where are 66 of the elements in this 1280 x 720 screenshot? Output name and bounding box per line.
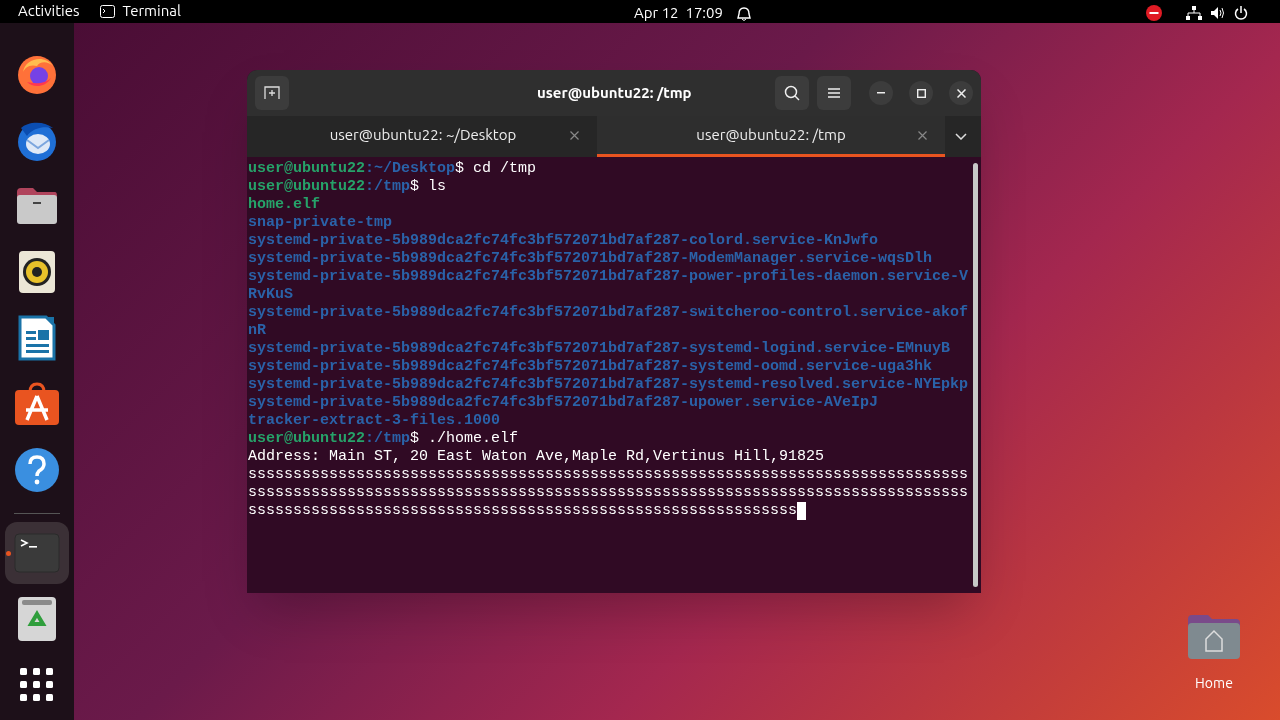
close-icon[interactable] [918, 130, 927, 140]
terminal-icon [99, 5, 115, 18]
bell-icon[interactable] [736, 5, 751, 22]
blocked-icon[interactable] [1146, 5, 1162, 21]
scrollbar[interactable] [972, 163, 978, 587]
output-text: ssssssssssssssssssssssssssssssssssssssssssssssssssssssssssssssssssssssssssssssss [248, 484, 969, 502]
prompt-user: user@ubuntu22 [248, 160, 366, 178]
clock[interactable]: Apr 12 17:09 [634, 2, 723, 25]
command-text: $ ./home.elf [410, 430, 519, 448]
window-title: user@ubuntu22: /tmp [537, 82, 692, 103]
directory-name: systemd-private-5b989dca2fc74fc3bf572071bd7af287-systemd-oomd.service-uga3hk [248, 358, 933, 375]
directory-name: systemd-private-5b989dca2fc74fc3bf572071bd7af287-systemd-resolved.service-NYEpkp [248, 376, 969, 393]
prompt-path: :/tmp [365, 430, 411, 448]
directory-name: tracker-extract-3-files.1000 [248, 412, 501, 429]
chevron-down-icon[interactable] [955, 133, 967, 140]
terminal-icon [14, 533, 60, 573]
running-indicator [6, 551, 11, 556]
activities-button[interactable]: Activities [18, 0, 80, 23]
recycle-bin-icon [17, 596, 57, 642]
directory-name: snap-private-tmp [248, 214, 393, 231]
command-text: $ ls [410, 178, 447, 196]
minimize-icon [877, 92, 885, 94]
folder-icon [1186, 613, 1242, 661]
directory-name: systemd-private-5b989dca2fc74fc3bf572071bd7af287-colord.service-KnJwfo [248, 232, 879, 249]
help-icon [14, 447, 60, 493]
new-tab-button[interactable] [255, 76, 289, 110]
prompt-user: user@ubuntu22 [248, 430, 366, 448]
tab[interactable]: user@ubuntu22: ~/Desktop [249, 116, 597, 157]
search-button[interactable] [775, 76, 809, 110]
directory-name: systemd-private-5b989dca2fc74fc3bf572071bd7af287-ModemManager.service-wqsDlh [248, 250, 933, 267]
app-grid-icon [20, 668, 54, 702]
network-icon[interactable] [1186, 6, 1202, 20]
close-icon [956, 88, 966, 98]
close-button[interactable] [949, 81, 973, 105]
menu-button[interactable] [817, 76, 851, 110]
prompt-path: :~/Desktop [365, 160, 456, 178]
icon-label: Home [1195, 674, 1233, 693]
desktop-icon[interactable]: Home [1180, 613, 1248, 694]
folder-icon [15, 186, 59, 226]
file-name: home.elf [248, 196, 320, 213]
shopping-bag-icon [14, 382, 60, 426]
menu-icon [828, 88, 840, 98]
directory-name: systemd-private-5b989dca2fc74fc3bf572071bd7af287-switcheroo-control.service-akof [248, 304, 969, 321]
document-icon [18, 315, 56, 361]
close-icon[interactable] [570, 130, 579, 140]
power-icon[interactable] [1234, 6, 1248, 20]
maximize-icon [916, 88, 926, 98]
app-menu[interactable]: Terminal [99, 0, 181, 23]
directory-name: nR [248, 322, 266, 339]
new-tab-icon [264, 86, 280, 100]
directory-name: systemd-private-5b989dca2fc74fc3bf572071bd7af287-systemd-logind.service-EMnuyB [248, 340, 951, 357]
minimize-button[interactable] [869, 81, 893, 105]
speaker-icon [18, 250, 56, 294]
command-text: $ cd /tmp [455, 160, 537, 178]
output-text: ssssssssssssssssssssssssssssssssssssssssssssssssssssssssssssssssssssssssssssssss [248, 466, 969, 484]
search-icon [784, 85, 800, 101]
prompt-user: user@ubuntu22 [248, 178, 366, 196]
volume-icon[interactable] [1210, 6, 1226, 20]
tab[interactable]: user@ubuntu22: /tmp [597, 116, 945, 157]
maximize-button[interactable] [909, 81, 933, 105]
prompt-path: :/tmp [365, 178, 411, 196]
output-text: sssssssssssssssssssssssssssssssssssssssssssssssssssssssssssss [248, 502, 798, 520]
output-text: Address: Main ST, 20 East Waton Ave,Maple Rd,Vertinus Hill,91825 [248, 448, 825, 466]
directory-name: systemd-private-5b989dca2fc74fc3bf572071bd7af287-power-profiles-daemon.service-V [248, 268, 969, 285]
directory-name: RvKuS [248, 286, 293, 303]
directory-name: systemd-private-5b989dca2fc74fc3bf572071bd7af287-upower.service-AVeIpJ [248, 394, 879, 411]
